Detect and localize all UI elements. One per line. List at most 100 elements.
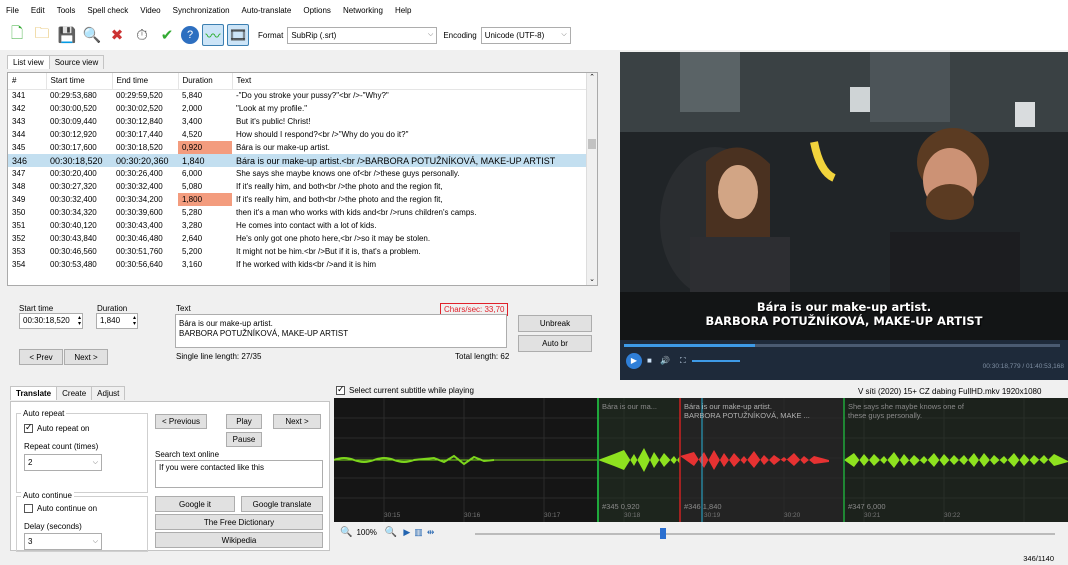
play-button[interactable]: Play bbox=[226, 414, 262, 429]
table-row[interactable]: 350 00:30:34,320 00:30:39,600 5,280 then it'… bbox=[8, 206, 587, 219]
menu-networking[interactable]: Networking bbox=[343, 6, 383, 15]
free-dictionary-button[interactable]: The Free Dictionary bbox=[155, 514, 323, 530]
previous-button[interactable]: < Previous bbox=[155, 414, 207, 429]
waveform-more-icon[interactable]: ⇹ bbox=[427, 527, 435, 538]
prev-button[interactable]: < Prev bbox=[19, 349, 63, 365]
waveform-panel[interactable]: Bára is our ma... Bára is our make-up ar… bbox=[334, 398, 1068, 522]
waveform-position-track[interactable] bbox=[475, 533, 1055, 535]
spinner-icon[interactable]: ▴ ▾ bbox=[78, 315, 81, 327]
search-icon[interactable]: 🔍 bbox=[81, 24, 103, 46]
cell-text: But it's public! Christ! bbox=[236, 117, 311, 126]
menu-options[interactable]: Options bbox=[303, 6, 331, 15]
fullscreen-icon[interactable]: ⛶ bbox=[680, 356, 686, 366]
cell-start: 00:30:34,320 bbox=[50, 208, 97, 217]
video-player[interactable]: Bára is our make-up artist. BARBORA POTU… bbox=[620, 52, 1068, 380]
auto-continue-checkbox[interactable]: Auto continue on bbox=[24, 504, 97, 514]
format-select[interactable]: SubRip (.srt) ⌵ bbox=[287, 26, 438, 44]
help-icon[interactable]: ? bbox=[181, 26, 199, 44]
scroll-down-icon[interactable]: ⌄ bbox=[587, 275, 597, 283]
volume-icon[interactable]: 🔊 bbox=[660, 356, 670, 365]
delay-select[interactable]: 3 ⌵ bbox=[24, 533, 102, 550]
tab-list-view[interactable]: List view bbox=[7, 55, 50, 69]
menu-edit[interactable]: Edit bbox=[31, 6, 45, 15]
next-button[interactable]: Next > bbox=[64, 349, 108, 365]
auto-br-button[interactable]: Auto br bbox=[518, 335, 592, 352]
zoom-in-icon[interactable]: 🔍 bbox=[385, 527, 397, 538]
waveform-options-icon[interactable]: ▥ bbox=[414, 527, 423, 538]
replace-icon[interactable]: ✖ bbox=[106, 24, 128, 46]
stop-icon[interactable]: ■ bbox=[647, 356, 652, 365]
volume-slider[interactable] bbox=[692, 360, 740, 362]
scroll-up-icon[interactable]: ⌃ bbox=[587, 73, 597, 81]
table-row[interactable]: 354 00:30:53,480 00:30:56,640 3,160 If he wo… bbox=[8, 258, 587, 271]
google-it-button[interactable]: Google it bbox=[155, 496, 235, 512]
auto-repeat-checkbox[interactable]: Auto repeat on bbox=[24, 422, 89, 434]
col-end-time[interactable]: End time bbox=[112, 73, 179, 90]
table-row[interactable]: 344 00:30:12,920 00:30:17,440 4,520 How shou… bbox=[8, 128, 587, 141]
subtitle-text-editor[interactable]: Bára is our make-up artist. BARBORA POTU… bbox=[175, 314, 507, 348]
pause-button[interactable]: Pause bbox=[226, 432, 262, 447]
cell-text: If he worked with kids<br />and it is hi… bbox=[236, 260, 377, 269]
start-time-label: Start time bbox=[19, 304, 54, 313]
grid-scrollbar[interactable]: ⌃ ⌄ bbox=[586, 73, 597, 285]
cell-dur: 0,920 bbox=[178, 141, 232, 154]
cell-start: 00:30:17,600 bbox=[50, 143, 97, 152]
start-time-input[interactable]: 00:30:18,520 ▴ ▾ bbox=[19, 313, 83, 329]
zoom-level[interactable]: 100% bbox=[356, 528, 376, 537]
checkbox-checked-icon bbox=[336, 384, 345, 396]
spinner-icon[interactable]: ▴ ▾ bbox=[133, 315, 136, 327]
table-row[interactable]: 351 00:30:40,120 00:30:43,400 3,280 He comes… bbox=[8, 219, 587, 232]
tab-source-view[interactable]: Source view bbox=[48, 55, 105, 69]
table-row[interactable]: 341 00:29:53,680 00:29:59,520 5,840 -"Do you… bbox=[8, 89, 587, 102]
table-row[interactable]: 353 00:30:46,560 00:30:51,760 5,200 It might… bbox=[8, 245, 587, 258]
menu-help[interactable]: Help bbox=[395, 6, 411, 15]
menu-auto-translate[interactable]: Auto-translate bbox=[242, 6, 292, 15]
table-row[interactable]: 343 00:30:09,440 00:30:12,840 3,400 But it's… bbox=[8, 115, 587, 128]
menu-spell-check[interactable]: Spell check bbox=[87, 6, 128, 15]
menu-tools[interactable]: Tools bbox=[57, 6, 76, 15]
table-row[interactable]: 346 00:30:18,520 00:30:20,360 1,840 Bára is … bbox=[8, 154, 587, 167]
select-while-playing-checkbox[interactable]: Select current subtitle while playing bbox=[336, 384, 474, 396]
new-file-icon[interactable]: 🗋 bbox=[6, 24, 28, 46]
col-text[interactable]: Text bbox=[232, 73, 588, 90]
cell-dur: 4,520 bbox=[182, 130, 203, 139]
table-row[interactable]: 352 00:30:43,840 00:30:46,480 2,640 He's onl… bbox=[8, 232, 587, 245]
video-toggle-icon[interactable]: 🎞 bbox=[227, 24, 249, 46]
sync-icon[interactable]: ⏱ bbox=[131, 24, 153, 46]
col-duration[interactable]: Duration bbox=[178, 73, 233, 90]
unbreak-button[interactable]: Unbreak bbox=[518, 315, 592, 332]
search-online-label: Search text online bbox=[155, 450, 220, 459]
scroll-thumb[interactable] bbox=[588, 139, 596, 149]
google-translate-button[interactable]: Google translate bbox=[241, 496, 323, 512]
tab-translate[interactable]: Translate bbox=[10, 386, 58, 400]
tab-create[interactable]: Create bbox=[56, 386, 93, 400]
zoom-out-icon[interactable]: 🔍 bbox=[340, 527, 352, 538]
checkbox-checked-icon bbox=[24, 422, 33, 434]
table-row[interactable]: 349 00:30:32,400 00:30:34,200 1,800 If it's … bbox=[8, 193, 587, 206]
waveform-toggle-icon[interactable]: 〰 bbox=[202, 24, 224, 46]
table-row[interactable]: 347 00:30:20,400 00:30:26,400 6,000 She says… bbox=[8, 167, 587, 180]
search-text-input[interactable]: If you were contacted like this bbox=[155, 460, 323, 488]
spell-check-icon[interactable]: ✔ bbox=[156, 24, 178, 46]
encoding-select[interactable]: Unicode (UTF-8) ⌵ bbox=[480, 26, 571, 44]
table-row[interactable]: 342 00:30:00,520 00:30:02,520 2,000 "Look at… bbox=[8, 102, 587, 115]
next-subtitle-button[interactable]: Next > bbox=[273, 414, 321, 429]
menu-video[interactable]: Video bbox=[140, 6, 160, 15]
col-number[interactable]: # bbox=[8, 73, 47, 90]
waveform-position-thumb[interactable] bbox=[660, 528, 666, 539]
play-selection-icon[interactable]: ▶ bbox=[403, 527, 410, 538]
menu-file[interactable]: File bbox=[6, 6, 19, 15]
play-icon[interactable]: ▶ bbox=[626, 353, 642, 369]
repeat-count-select[interactable]: 2 ⌵ bbox=[24, 454, 102, 471]
col-start-time[interactable]: Start time bbox=[46, 73, 113, 90]
save-icon[interactable]: 💾 bbox=[56, 24, 78, 46]
open-folder-icon[interactable]: 🗀 bbox=[31, 24, 53, 46]
table-row[interactable]: 345 00:30:17,600 00:30:18,520 0,920 Bára is … bbox=[8, 141, 587, 154]
subtitle-grid[interactable]: # Start time End time Duration Text 341 0… bbox=[7, 72, 598, 286]
tab-adjust[interactable]: Adjust bbox=[91, 386, 126, 400]
table-row[interactable]: 348 00:30:27,320 00:30:32,400 5,080 If it's … bbox=[8, 180, 587, 193]
wikipedia-button[interactable]: Wikipedia bbox=[155, 532, 323, 548]
duration-input[interactable]: 1,840 ▴ ▾ bbox=[96, 313, 138, 329]
cell-n: 343 bbox=[12, 117, 26, 126]
menu-synchronization[interactable]: Synchronization bbox=[173, 6, 230, 15]
